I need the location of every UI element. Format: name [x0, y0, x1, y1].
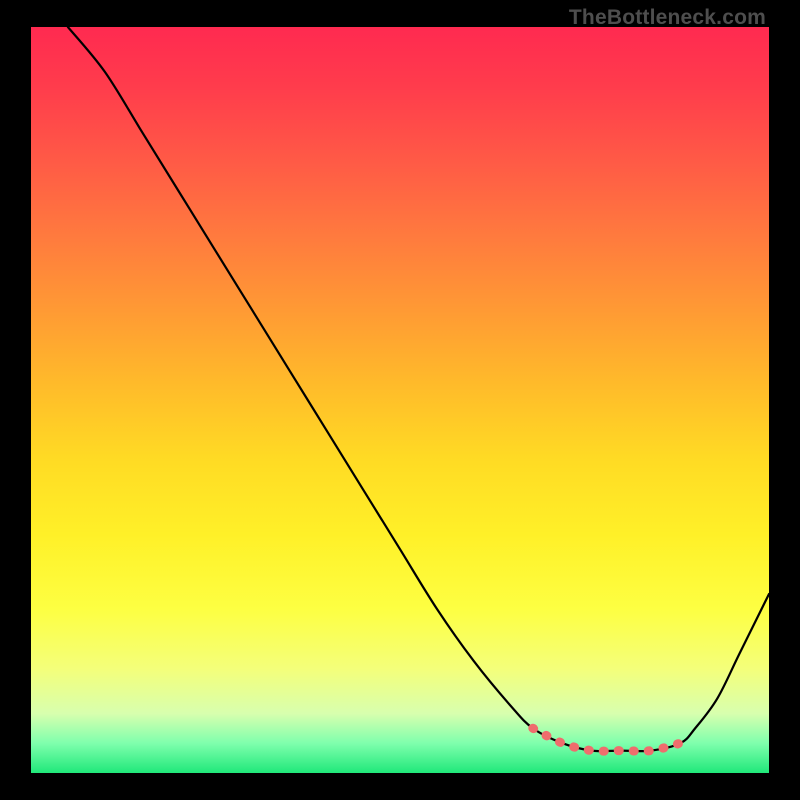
- chart-area: [31, 27, 769, 773]
- chart-svg: [31, 27, 769, 773]
- watermark-text: TheBottleneck.com: [569, 6, 766, 30]
- bottleneck-curve: [68, 27, 769, 751]
